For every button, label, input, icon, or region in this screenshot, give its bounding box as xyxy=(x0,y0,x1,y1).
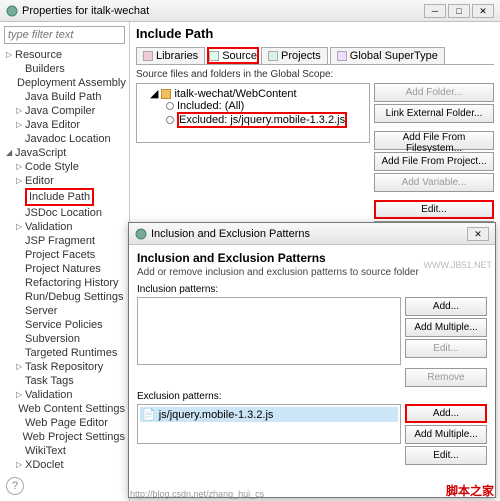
exclusion-label: Exclusion patterns: xyxy=(137,391,487,402)
nav-item[interactable]: Server xyxy=(4,304,125,318)
twisty-icon: ▷ xyxy=(16,174,24,188)
nav-item[interactable]: ▷XDoclet xyxy=(4,458,125,472)
tab-projects[interactable]: Projects xyxy=(261,47,328,64)
maximize-button[interactable]: □ xyxy=(448,4,470,18)
nav-item[interactable]: Project Natures xyxy=(4,262,125,276)
twisty-icon: ◢ xyxy=(150,87,158,100)
nav-panel: ▷ResourceBuildersDeployment AssemblyJava… xyxy=(0,22,130,501)
nav-item[interactable]: Java Build Path xyxy=(4,90,125,104)
help-button[interactable]: ? xyxy=(6,477,24,495)
excluded-node[interactable]: Excluded: js/jquery.mobile-1.3.2.js xyxy=(140,112,366,128)
tab-source[interactable]: Source xyxy=(207,47,259,64)
add-variable-button[interactable]: Add Variable... xyxy=(374,173,494,192)
tab-icon xyxy=(209,51,219,61)
dialog-heading: Inclusion and Exclusion Patterns xyxy=(137,251,487,265)
exc-multi-button[interactable]: Add Multiple... xyxy=(405,425,487,444)
inc-remove-button[interactable]: Remove xyxy=(405,368,487,387)
nav-item[interactable]: ▷Code Style xyxy=(4,160,125,174)
source-desc: Source files and folders in the Global S… xyxy=(136,69,494,80)
filter-input[interactable] xyxy=(4,26,125,44)
nav-item[interactable]: Project Facets xyxy=(4,248,125,262)
nav-item[interactable]: JSP Fragment xyxy=(4,234,125,248)
folder-icon xyxy=(161,89,171,99)
dialog-desc: Add or remove inclusion and exclusion pa… xyxy=(137,267,487,278)
dialog-title: Inclusion and Exclusion Patterns xyxy=(151,228,467,240)
twisty-icon: ▷ xyxy=(16,388,24,402)
nav-item[interactable]: ▷Editor xyxy=(4,174,125,188)
nav-item[interactable]: ▷Java Compiler xyxy=(4,104,125,118)
add-folder-button[interactable]: Add Folder... xyxy=(374,83,494,102)
patterns-dialog: Inclusion and Exclusion Patterns ✕ Inclu… xyxy=(128,222,496,498)
nav-item[interactable]: Run/Debug Settings xyxy=(4,290,125,304)
inc-edit-button[interactable]: Edit... xyxy=(405,339,487,358)
nav-tree: ▷ResourceBuildersDeployment AssemblyJava… xyxy=(4,48,125,472)
included-node[interactable]: Included: (All) xyxy=(140,100,366,112)
twisty-icon: ▷ xyxy=(16,104,24,118)
edit-button[interactable]: Edit... xyxy=(374,200,494,219)
nav-item[interactable]: Subversion xyxy=(4,332,125,346)
twisty-icon: ▷ xyxy=(6,48,14,62)
twisty-icon: ◢ xyxy=(6,146,14,160)
inc-add-button[interactable]: Add... xyxy=(405,297,487,316)
exc-edit-button[interactable]: Edit... xyxy=(405,446,487,465)
twisty-icon: ▷ xyxy=(16,160,24,174)
window-title: Properties for italk-wechat xyxy=(22,5,424,17)
twisty-icon: ▷ xyxy=(16,220,24,234)
minimize-button[interactable]: ─ xyxy=(424,4,446,18)
app-icon xyxy=(6,5,18,17)
tab-icon xyxy=(143,51,153,61)
tabbar: LibrariesSourceProjectsGlobal SuperType xyxy=(136,47,494,65)
nav-item[interactable]: Javadoc Location xyxy=(4,132,125,146)
twisty-icon: ▷ xyxy=(16,360,24,374)
tab-global-supertype[interactable]: Global SuperType xyxy=(330,47,445,64)
link-external-button[interactable]: Link External Folder... xyxy=(374,104,494,123)
tab-libraries[interactable]: Libraries xyxy=(136,47,205,64)
nav-item[interactable]: JSDoc Location xyxy=(4,206,125,220)
exclusion-entry[interactable]: 📄 js/jquery.mobile-1.3.2.js xyxy=(140,407,398,422)
nav-item[interactable]: ▷Validation xyxy=(4,388,125,402)
nav-item[interactable]: ▷Task Repository xyxy=(4,360,125,374)
tab-icon xyxy=(337,51,347,61)
footer-url: http://blog.csdn.net/zhang_hui_cs xyxy=(130,489,264,499)
nav-item[interactable]: Targeted Runtimes xyxy=(4,346,125,360)
nav-item[interactable]: ▷Validation xyxy=(4,220,125,234)
inclusion-label: Inclusion patterns: xyxy=(137,284,487,295)
nav-item[interactable]: Deployment Assembly xyxy=(4,76,125,90)
main-titlebar: Properties for italk-wechat ─ □ ✕ xyxy=(0,0,500,22)
nav-item[interactable]: Builders xyxy=(4,62,125,76)
source-tree[interactable]: ◢ italk-wechat/WebContent Included: (All… xyxy=(136,83,370,143)
nav-item[interactable]: Web Project Settings xyxy=(4,430,125,444)
nav-item[interactable]: ▷Resource xyxy=(4,48,125,62)
dialog-close-button[interactable]: ✕ xyxy=(467,227,489,241)
inclusion-list[interactable] xyxy=(137,297,401,365)
twisty-icon: ▷ xyxy=(16,118,24,132)
twisty-icon: ▷ xyxy=(16,458,24,472)
footer-brand: 脚本之家 xyxy=(446,482,494,499)
nav-item[interactable]: Web Content Settings xyxy=(4,402,125,416)
dialog-icon xyxy=(135,228,147,240)
nav-item[interactable]: Include Path xyxy=(4,188,125,206)
nav-item[interactable]: Web Page Editor xyxy=(4,416,125,430)
dialog-titlebar: Inclusion and Exclusion Patterns ✕ xyxy=(129,223,495,245)
add-file-fs-button[interactable]: Add File From Filesystem... xyxy=(374,131,494,150)
exclude-icon xyxy=(166,116,174,124)
close-button[interactable]: ✕ xyxy=(472,4,494,18)
exclusion-list[interactable]: 📄 js/jquery.mobile-1.3.2.js xyxy=(137,404,401,444)
tree-root[interactable]: ◢ italk-wechat/WebContent xyxy=(140,87,366,100)
nav-item[interactable]: ◢JavaScript xyxy=(4,146,125,160)
nav-item[interactable]: WikiText xyxy=(4,444,125,458)
exc-add-button[interactable]: Add... xyxy=(405,404,487,423)
nav-item[interactable]: Refactoring History xyxy=(4,276,125,290)
nav-item[interactable]: Task Tags xyxy=(4,374,125,388)
include-icon xyxy=(166,102,174,110)
nav-item[interactable]: Service Policies xyxy=(4,318,125,332)
file-icon: 📄 xyxy=(142,408,156,421)
page-heading: Include Path xyxy=(136,26,494,41)
add-file-proj-button[interactable]: Add File From Project... xyxy=(374,152,494,171)
inc-multi-button[interactable]: Add Multiple... xyxy=(405,318,487,337)
tab-icon xyxy=(268,51,278,61)
nav-item[interactable]: ▷Java Editor xyxy=(4,118,125,132)
